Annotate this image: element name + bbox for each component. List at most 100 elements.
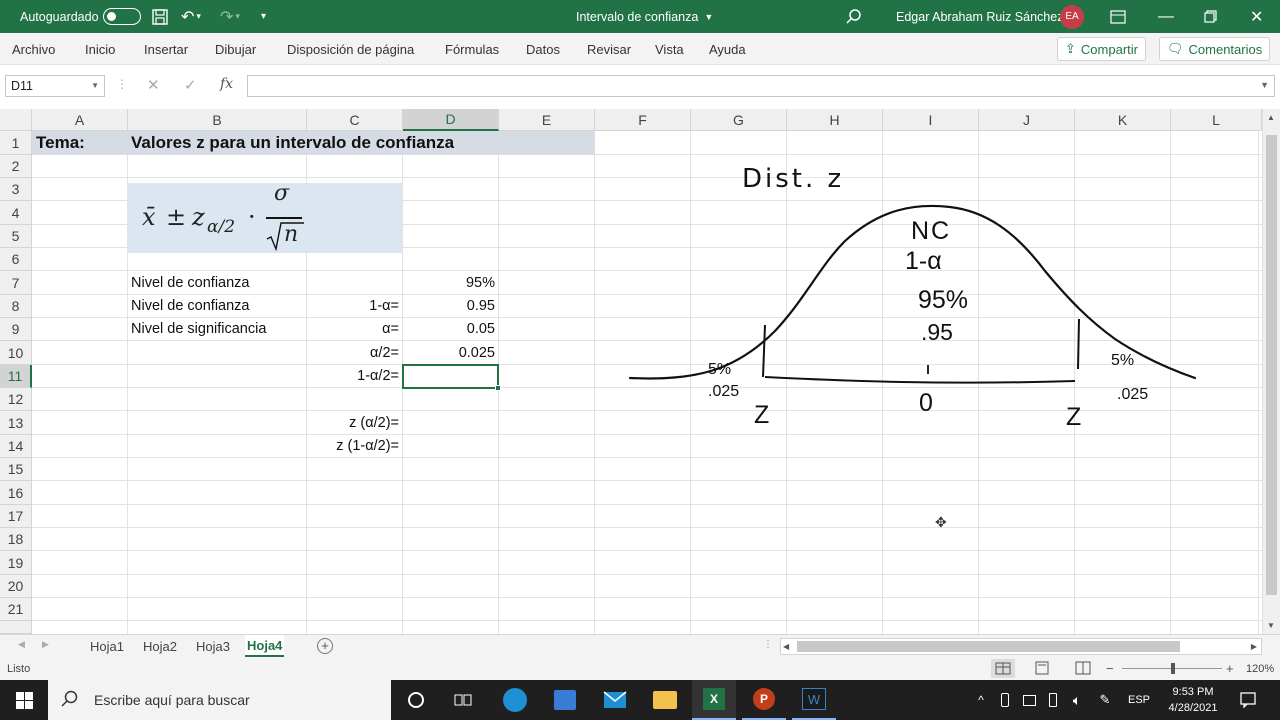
cell-c14[interactable]: z (1-α/2)= — [307, 435, 399, 458]
tab-inicio[interactable]: Inicio — [85, 33, 115, 65]
active-cell-d11[interactable] — [402, 364, 501, 391]
cell-a1[interactable]: Tema: — [36, 131, 85, 155]
sheet-tab-hoja3[interactable]: Hoja3 — [194, 635, 232, 657]
row-header-1[interactable]: 1 — [0, 131, 32, 155]
row-header-20[interactable]: 20 — [0, 575, 32, 598]
insert-function-icon[interactable]: fx — [220, 76, 233, 92]
tab-disposicion[interactable]: Disposición de página — [287, 33, 414, 65]
cell-d8[interactable]: 0.95 — [403, 295, 495, 318]
share-button[interactable]: ⇪ Compartir — [1057, 37, 1146, 61]
row-header-15[interactable]: 15 — [0, 458, 32, 481]
zoom-level[interactable]: 120% — [1246, 663, 1274, 675]
formula-image[interactable]: x̄ ± z α/2 · σ n — [128, 181, 402, 253]
file-explorer-icon[interactable] — [643, 680, 687, 720]
scroll-right-icon[interactable]: ▶ — [1251, 642, 1257, 651]
user-name[interactable]: Edgar Abraham Ruiz Sánchez — [896, 0, 1063, 33]
cell-c9[interactable]: α= — [307, 318, 399, 341]
scroll-up-icon[interactable]: ▲ — [1267, 113, 1275, 122]
page-layout-view-icon[interactable] — [1034, 661, 1050, 678]
mail-icon[interactable] — [593, 680, 637, 720]
row-header-10[interactable]: 10 — [0, 341, 32, 365]
tab-archivo[interactable]: Archivo — [12, 33, 55, 65]
tab-insertar[interactable]: Insertar — [144, 33, 188, 65]
row-header-14[interactable]: 14 — [0, 435, 32, 458]
cell-b7[interactable]: Nivel de confianza — [131, 272, 250, 295]
row-header-7[interactable]: 7 — [0, 271, 32, 295]
page-break-view-icon[interactable] — [1075, 661, 1091, 678]
customize-toolbar-icon[interactable]: ▾ — [261, 0, 266, 33]
fill-handle[interactable] — [495, 385, 501, 391]
check-icon[interactable]: ✓ — [184, 76, 197, 94]
row-header-17[interactable]: 17 — [0, 505, 32, 528]
ribbon-display-icon[interactable] — [1110, 0, 1126, 33]
row-header-22[interactable] — [0, 621, 32, 634]
notifications-icon[interactable] — [1228, 680, 1268, 720]
select-all-corner[interactable] — [0, 109, 32, 131]
save-icon[interactable] — [151, 0, 169, 33]
clock[interactable]: 9:53 PM 4/28/2021 — [1160, 684, 1226, 716]
cell-c13[interactable]: z (α/2)= — [307, 412, 399, 435]
tab-revisar[interactable]: Revisar — [587, 33, 631, 65]
tab-vista[interactable]: Vista — [655, 33, 684, 65]
audio-app-taskbar-icon[interactable]: W — [792, 680, 836, 720]
col-header-c[interactable]: C — [307, 109, 403, 131]
row-header-6[interactable]: 6 — [0, 248, 32, 271]
edge-icon[interactable] — [493, 680, 537, 720]
store-icon[interactable] — [543, 680, 587, 720]
row-header-4[interactable]: 4 — [0, 201, 32, 225]
col-header-i[interactable]: I — [883, 109, 979, 131]
row-header-21[interactable]: 21 — [0, 598, 32, 621]
h-scroll-thumb[interactable] — [797, 641, 1180, 652]
powerpoint-taskbar-icon[interactable]: P — [742, 680, 786, 720]
cell-b8[interactable]: Nivel de confianza — [131, 295, 250, 318]
scroll-down-icon[interactable]: ▼ — [1267, 621, 1275, 630]
col-header-l[interactable]: L — [1171, 109, 1262, 131]
task-view-icon[interactable] — [441, 680, 485, 720]
language-indicator[interactable]: ESP — [1117, 680, 1161, 720]
col-header-e[interactable]: E — [499, 109, 595, 131]
cell-c10[interactable]: α/2= — [307, 342, 399, 365]
row-header-9[interactable]: 9 — [0, 318, 32, 341]
vertical-scrollbar[interactable]: ▲ ▼ — [1262, 109, 1280, 634]
cell-d7[interactable]: 95% — [403, 272, 495, 295]
windows-start-icon[interactable] — [2, 680, 46, 720]
tab-ayuda[interactable]: Ayuda — [709, 33, 746, 65]
sheet-tab-hoja2[interactable]: Hoja2 — [141, 635, 179, 657]
row-header-16[interactable]: 16 — [0, 481, 32, 505]
next-sheet-icon[interactable]: ▶ — [42, 639, 49, 650]
minimize-icon[interactable]: — — [1158, 0, 1174, 33]
row-header-18[interactable]: 18 — [0, 528, 32, 551]
undo-icon[interactable]: ↶ ▾ — [181, 0, 201, 33]
add-sheet-icon[interactable]: + — [317, 638, 333, 654]
col-header-g[interactable]: G — [691, 109, 787, 131]
row-header-12[interactable]: 12 — [0, 388, 32, 411]
cortana-icon[interactable] — [394, 680, 438, 720]
sheet-tab-hoja1[interactable]: Hoja1 — [88, 635, 126, 657]
worksheet-grid[interactable]: A B C D E F G H I J K L 1 2 3 4 5 6 7 8 … — [0, 109, 1262, 634]
col-header-a[interactable]: A — [32, 109, 128, 131]
excel-taskbar-icon[interactable]: X — [692, 680, 736, 720]
document-title[interactable]: Intervalo de confianza ▼ — [576, 0, 713, 33]
taskbar-search-box[interactable]: Escribe aquí para buscar — [48, 680, 391, 720]
sheet-tab-hoja4[interactable]: Hoja4 — [245, 635, 285, 657]
zoom-in-icon[interactable]: + — [1226, 661, 1234, 676]
col-header-d[interactable]: D — [403, 109, 499, 131]
cell-c8[interactable]: 1-α= — [307, 295, 399, 318]
cell-b9[interactable]: Nivel de significancia — [131, 318, 266, 341]
normal-view-icon[interactable] — [991, 659, 1015, 678]
comments-button[interactable]: 🗨 Comentarios — [1159, 37, 1271, 61]
col-header-b[interactable]: B — [128, 109, 307, 131]
row-header-13[interactable]: 13 — [0, 411, 32, 435]
zoom-out-icon[interactable]: − — [1106, 661, 1114, 676]
col-header-f[interactable]: F — [595, 109, 691, 131]
tab-datos[interactable]: Datos — [526, 33, 560, 65]
row-header-2[interactable]: 2 — [0, 155, 32, 178]
row-header-5[interactable]: 5 — [0, 225, 32, 248]
horizontal-scrollbar[interactable]: ◀ ▶ — [780, 638, 1262, 655]
formula-input[interactable]: ▼ — [247, 75, 1275, 97]
close-icon[interactable]: ✕ — [1250, 0, 1263, 33]
cell-b1[interactable]: Valores z para un intervalo de confianza — [131, 131, 454, 155]
prev-sheet-icon[interactable]: ◀ — [18, 639, 25, 650]
scroll-left-icon[interactable]: ◀ — [783, 642, 789, 651]
tab-formulas[interactable]: Fórmulas — [445, 33, 499, 65]
